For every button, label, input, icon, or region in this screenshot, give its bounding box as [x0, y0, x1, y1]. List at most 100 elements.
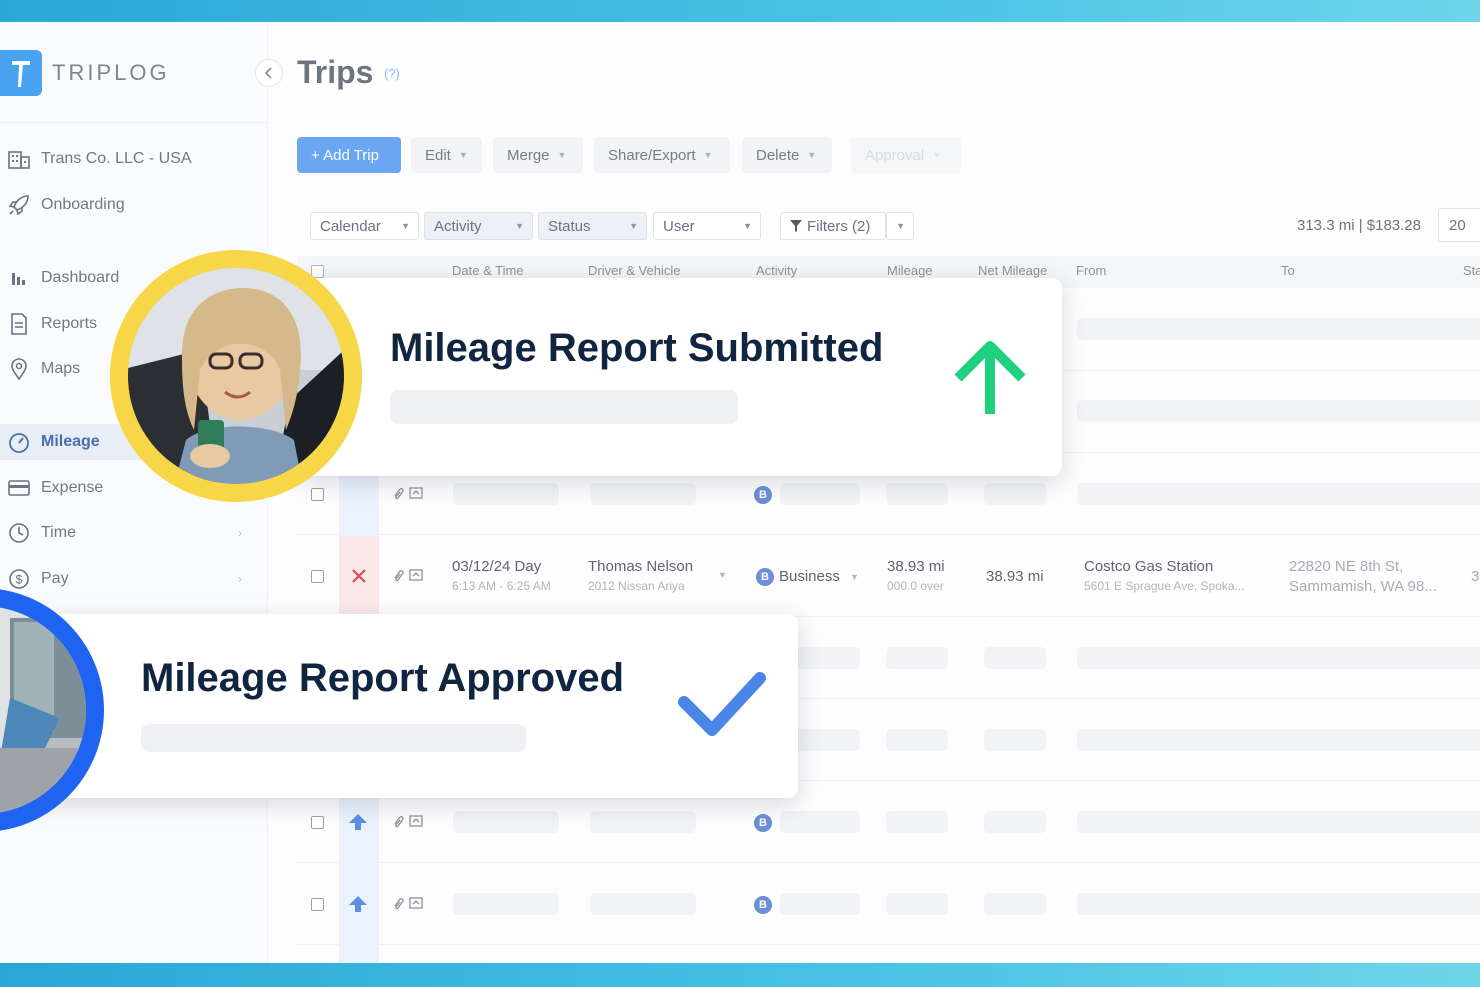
- caret-down-icon: ▼: [896, 221, 905, 231]
- page-title: Trips: [297, 54, 374, 90]
- row-checkbox[interactable]: [311, 570, 324, 583]
- header-status[interactable]: Sta: [1463, 263, 1480, 278]
- skeleton-cell: [886, 647, 948, 669]
- filters-dropdown-button[interactable]: ▼: [886, 212, 914, 240]
- approval-label: Approval: [865, 146, 925, 164]
- sidebar-item-label: Expense: [41, 479, 104, 496]
- submitted-arrow-icon: [349, 896, 367, 912]
- skeleton-cell: [780, 811, 860, 833]
- header-date-time[interactable]: Date & Time: [452, 263, 524, 278]
- add-trip-button[interactable]: + Add Trip: [297, 137, 401, 173]
- status-rejected-cell: [339, 536, 379, 616]
- header-from[interactable]: From: [1076, 263, 1106, 278]
- approval-button[interactable]: Approval ▼: [851, 137, 961, 173]
- trip-mileage-over: 000.0 over: [887, 579, 944, 593]
- user-select-value: User: [663, 217, 695, 235]
- sidebar-item-company[interactable]: Trans Co. LLC - USA: [6, 141, 256, 177]
- header-activity[interactable]: Activity: [756, 263, 797, 278]
- header-driver-vehicle[interactable]: Driver & Vehicle: [588, 263, 680, 278]
- collapse-sidebar-button[interactable]: [255, 59, 283, 87]
- sidebar-divider: [0, 122, 268, 123]
- sidebar-item-label: Pay: [41, 570, 69, 587]
- header-mileage[interactable]: Mileage: [887, 263, 933, 278]
- row-action-icons[interactable]: [392, 814, 424, 831]
- skeleton-cell: [984, 483, 1046, 505]
- status-select[interactable]: Status ▼: [538, 212, 647, 240]
- document-icon: [6, 311, 32, 337]
- sidebar-item-onboarding[interactable]: Onboarding: [6, 187, 256, 223]
- trip-to-address: Sammamish, WA 98...: [1289, 578, 1437, 595]
- activity-select-value: Activity: [434, 217, 482, 235]
- trip-to: 22820 NE 8th St,: [1289, 558, 1404, 575]
- row-action-icons[interactable]: [392, 486, 424, 503]
- share-export-label: Share/Export: [608, 146, 696, 164]
- chevron-left-icon: [264, 67, 272, 79]
- app-logo[interactable]: TRIPLOG: [0, 50, 170, 96]
- submitted-user-avatar: [110, 250, 362, 502]
- row-checkbox[interactable]: [311, 816, 324, 829]
- merge-button[interactable]: Merge ▼: [493, 137, 583, 173]
- skeleton-cell: [1077, 647, 1480, 669]
- sidebar-item-label: Reports: [41, 315, 98, 332]
- trip-status-truncated: 3: [1471, 568, 1480, 585]
- row-action-icons[interactable]: [392, 896, 424, 913]
- row-divider: [297, 534, 1480, 535]
- skeleton-cell: [453, 811, 559, 833]
- filters-label: Filters (2): [807, 217, 871, 235]
- activity-badge: B: [756, 568, 774, 586]
- submitted-arrow-icon: [349, 814, 367, 830]
- caret-down-icon: ▼: [703, 150, 713, 160]
- skeleton-cell: [886, 811, 948, 833]
- calendar-select[interactable]: Calendar ▼: [310, 212, 419, 240]
- skeleton-cell: [780, 483, 860, 505]
- header-to[interactable]: To: [1281, 263, 1295, 278]
- skeleton-cell: [886, 729, 948, 751]
- skeleton-cell: [1077, 729, 1480, 751]
- logo-text: TRIPLOG: [52, 60, 170, 85]
- share-export-button[interactable]: Share/Export ▼: [594, 137, 730, 173]
- header-net-mileage[interactable]: Net Mileage: [978, 263, 1047, 278]
- row-checkbox[interactable]: [311, 488, 324, 501]
- status-select-value: Status: [548, 217, 591, 235]
- activity-badge: B: [754, 896, 772, 914]
- logo-t-icon: [12, 61, 30, 87]
- skeleton-cell: [1077, 400, 1480, 422]
- woman-with-phone-photo: [128, 268, 344, 484]
- svg-text:$: $: [16, 573, 23, 587]
- sidebar-item-label: Dashboard: [41, 269, 120, 286]
- trip-activity[interactable]: Business: [779, 568, 840, 585]
- submitted-notification-title: Mileage Report Submitted: [390, 326, 884, 370]
- edit-label: Edit: [425, 146, 451, 164]
- skeleton-cell: [984, 893, 1046, 915]
- rocket-icon: [6, 192, 32, 218]
- sidebar-item-label: Time: [41, 524, 76, 541]
- merge-label: Merge: [507, 146, 550, 164]
- skeleton-cell: [984, 647, 1046, 669]
- skeleton-cell: [590, 483, 696, 505]
- caret-down-icon: ▼: [932, 150, 942, 160]
- sidebar-item-time[interactable]: Time ›: [6, 515, 256, 551]
- map-pin-icon: [6, 356, 32, 382]
- filters-button[interactable]: Filters (2): [780, 212, 886, 240]
- arrow-up-icon: [954, 341, 1026, 414]
- skeleton-cell: [590, 893, 696, 915]
- caret-down-icon: ▼: [807, 150, 817, 160]
- per-page-select[interactable]: 20: [1438, 208, 1480, 242]
- edit-button[interactable]: Edit ▼: [411, 137, 482, 173]
- row-action-icons[interactable]: [392, 568, 424, 585]
- top-accent-strip: [0, 0, 1480, 22]
- delete-button[interactable]: Delete ▼: [742, 137, 832, 173]
- sidebar-item-pay[interactable]: $ Pay ›: [6, 561, 256, 597]
- user-select[interactable]: User ▼: [653, 212, 761, 240]
- activity-badge: B: [754, 486, 772, 504]
- bottom-accent-strip: [0, 963, 1480, 987]
- row-checkbox[interactable]: [311, 898, 324, 911]
- approved-placeholder-bar: [141, 724, 526, 752]
- caret-down-icon: ▼: [743, 221, 752, 231]
- skeleton-cell: [590, 811, 696, 833]
- help-icon[interactable]: (?): [384, 66, 400, 81]
- activity-select[interactable]: Activity ▼: [424, 212, 533, 240]
- caret-down-icon: ▼: [629, 221, 638, 231]
- skeleton-cell: [453, 893, 559, 915]
- skeleton-cell: [1077, 811, 1480, 833]
